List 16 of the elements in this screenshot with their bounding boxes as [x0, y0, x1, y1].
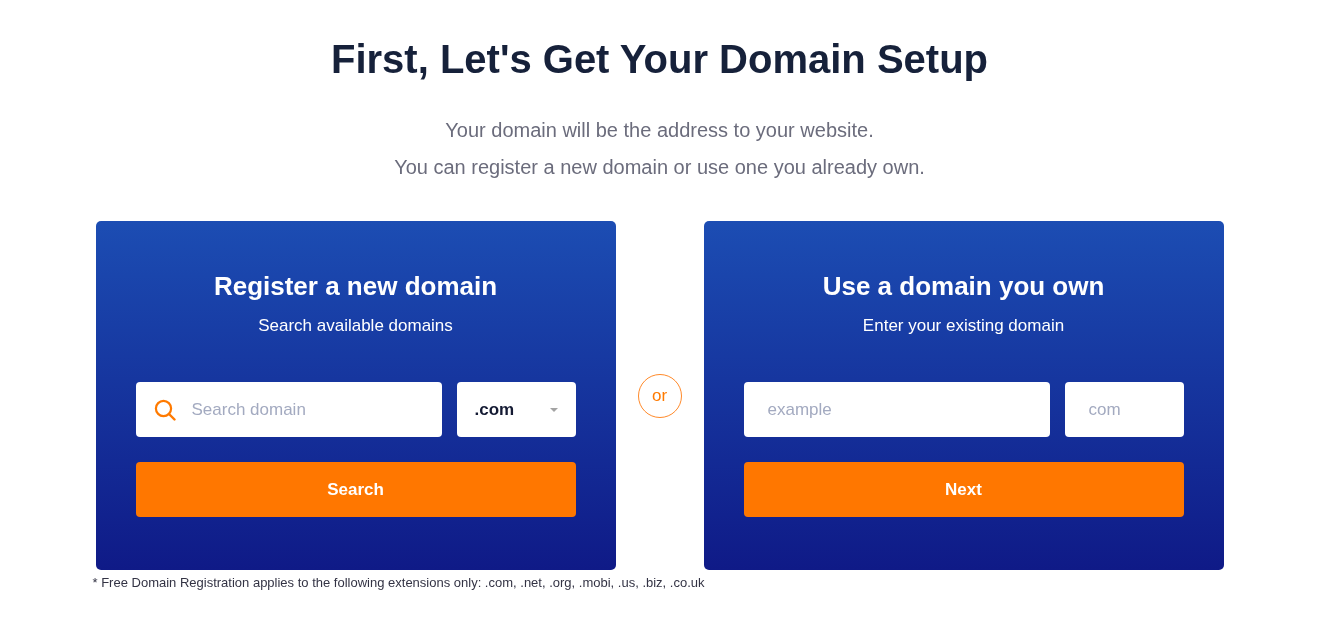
input-field[interactable]: com: [1064, 382, 1184, 437]
submit-button[interactable]: Next: [743, 462, 1184, 517]
caret-icon: [549, 407, 558, 412]
page-heading: First, Let's Get Your Domain Setup: [331, 36, 988, 83]
input-field[interactable]: example: [743, 382, 1050, 437]
intro-text: Your domain will be the address to your website.: [445, 118, 874, 142]
card-title: Use a domain you own: [822, 271, 1105, 301]
search-icon: [153, 399, 176, 421]
search-field[interactable]: Search domain: [135, 382, 442, 437]
extension-dropdown[interactable]: .com: [456, 382, 576, 437]
submit-button[interactable]: Search: [135, 462, 576, 517]
intro-text: You can register a new domain or use one you already own.: [394, 155, 925, 179]
card-subtitle: Search available domains: [258, 315, 453, 337]
footnote-text: * Free Domain Registration applies to the following extensions only: .com, .net, .org, .mobi, .us, .biz, .co.uk: [92, 575, 705, 591]
card-title: Register a new domain: [213, 271, 498, 301]
card-subtitle: Enter your existing domain: [862, 315, 1065, 337]
